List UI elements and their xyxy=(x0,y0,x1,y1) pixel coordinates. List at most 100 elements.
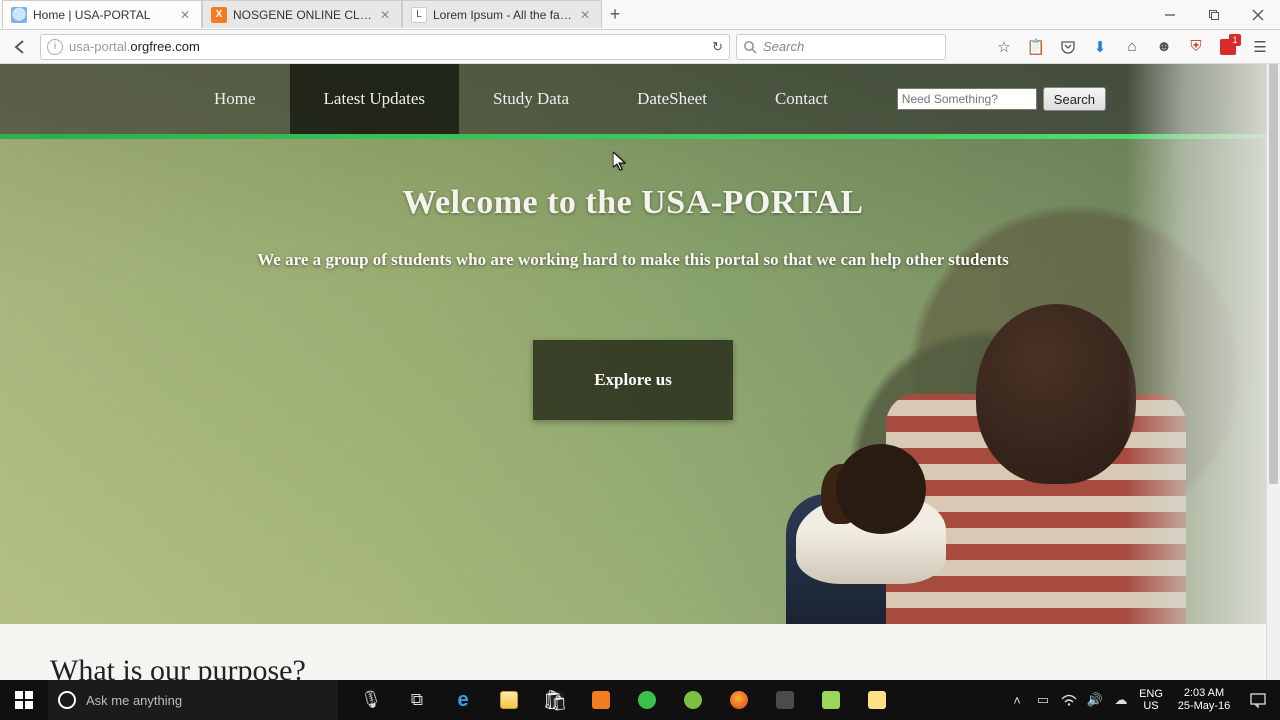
nav-label: Study Data xyxy=(493,89,569,109)
close-window-button[interactable] xyxy=(1236,0,1280,30)
lang-top: ENG xyxy=(1134,688,1168,700)
store-icon[interactable]: 🛍 xyxy=(532,680,578,720)
accent-divider xyxy=(0,134,1266,139)
badge-count: 1 xyxy=(1229,34,1241,46)
notepadpp-icon[interactable] xyxy=(808,680,854,720)
addon-badge-icon[interactable]: 1 xyxy=(1214,33,1242,61)
home-icon[interactable]: ⌂ xyxy=(1118,33,1146,61)
browser-search-box[interactable]: Search xyxy=(736,34,946,60)
page-viewport: Home Latest Updates Study Data DateSheet… xyxy=(0,64,1280,680)
nav-label: Contact xyxy=(775,89,828,109)
site-nav: Home Latest Updates Study Data DateSheet… xyxy=(0,64,1266,134)
nav-label: Home xyxy=(214,89,256,109)
smiley-icon[interactable]: ☻ xyxy=(1150,33,1178,61)
hero-title: Welcome to the USA-PORTAL xyxy=(0,184,1266,222)
browser-navbar: i usa-portal.orgfree.com ↻ Search ☆ 📋 ⬇ … xyxy=(0,30,1280,64)
nav-home[interactable]: Home xyxy=(180,64,290,134)
search-icon xyxy=(743,40,757,54)
url-bar[interactable]: i usa-portal.orgfree.com ↻ xyxy=(40,34,730,60)
cortana-placeholder: Ask me anything xyxy=(86,693,182,708)
toolbar-icons: ☆ 📋 ⬇ ⌂ ☻ ⛨ 1 ☰ xyxy=(990,33,1274,61)
section-heading: What is our purpose? xyxy=(50,654,1216,680)
nav-contact[interactable]: Contact xyxy=(741,64,862,134)
tab-2[interactable]: L Lorem Ipsum - All the fact... ✕ xyxy=(402,0,602,28)
onedrive-icon[interactable]: ☁ xyxy=(1108,680,1134,720)
clock[interactable]: 2:03 AM 25-May-16 xyxy=(1168,687,1240,713)
hero-subtitle: We are a group of students who are worki… xyxy=(0,250,1266,270)
taskview-icon[interactable]: ⧉ xyxy=(394,680,440,720)
clipboard-icon[interactable]: 📋 xyxy=(1022,33,1050,61)
windows-logo-icon xyxy=(15,691,33,709)
battery-icon[interactable]: ▭ xyxy=(1030,680,1056,720)
vertical-scrollbar[interactable] xyxy=(1266,64,1280,680)
scrollbar-thumb[interactable] xyxy=(1269,64,1278,484)
identity-icon[interactable]: i xyxy=(47,39,63,55)
mic-icon[interactable]: 🎙 xyxy=(348,680,394,720)
start-button[interactable] xyxy=(0,680,48,720)
clock-time: 2:03 AM xyxy=(1168,687,1240,700)
new-tab-button[interactable]: + xyxy=(602,0,628,28)
explore-button[interactable]: Explore us xyxy=(533,340,733,420)
tray-chevron-icon[interactable]: ˄ xyxy=(1004,680,1030,720)
notes-icon[interactable] xyxy=(854,680,900,720)
close-tab-icon[interactable]: ✕ xyxy=(577,7,593,23)
whatsapp-icon[interactable] xyxy=(624,680,670,720)
nav-label: Latest Updates xyxy=(324,89,426,109)
lipsum-icon: L xyxy=(411,7,427,23)
tab-0[interactable]: Home | USA-PORTAL ✕ xyxy=(2,0,202,28)
close-tab-icon[interactable]: ✕ xyxy=(177,7,193,23)
windows-taskbar: Ask me anything 🎙 ⧉ e 🛍 ˄ ▭ 🔊 ☁ ENG US xyxy=(0,680,1280,720)
cortana-icon xyxy=(58,691,76,709)
edge-icon[interactable]: e xyxy=(440,680,486,720)
shield-icon[interactable]: ⛨ xyxy=(1182,33,1210,61)
site-search-button[interactable]: Search xyxy=(1043,87,1106,111)
tab-title: Lorem Ipsum - All the fact... xyxy=(433,8,577,22)
purpose-section: What is our purpose? xyxy=(0,624,1266,680)
search-placeholder: Search xyxy=(763,39,804,54)
system-tray: ˄ ▭ 🔊 ☁ ENG US 2:03 AM 25-May-16 xyxy=(1004,680,1280,720)
volume-icon[interactable]: 🔊 xyxy=(1082,680,1108,720)
firefox-window: Home | USA-PORTAL ✕ X NOSGENE ONLINE CLA… xyxy=(0,0,1280,720)
site-search-input[interactable] xyxy=(897,88,1037,110)
download-icon[interactable]: ⬇ xyxy=(1086,33,1114,61)
cortana-search[interactable]: Ask me anything xyxy=(48,680,338,720)
nav-datesheet[interactable]: DateSheet xyxy=(603,64,741,134)
wifi-icon[interactable] xyxy=(1056,680,1082,720)
browser-titlebar: Home | USA-PORTAL ✕ X NOSGENE ONLINE CLA… xyxy=(0,0,1280,30)
action-center-icon[interactable] xyxy=(1240,691,1276,709)
pocket-icon[interactable] xyxy=(1054,33,1082,61)
utorrent-icon[interactable] xyxy=(670,680,716,720)
file-explorer-icon[interactable] xyxy=(486,680,532,720)
url-text: usa-portal.orgfree.com xyxy=(69,39,706,54)
maximize-button[interactable] xyxy=(1192,0,1236,30)
taskbar-pinned: 🎙 ⧉ e 🛍 xyxy=(338,680,900,720)
hero-copy: Welcome to the USA-PORTAL We are a group… xyxy=(0,184,1266,420)
nav-latest-updates[interactable]: Latest Updates xyxy=(290,64,460,134)
hero-section: Home Latest Updates Study Data DateSheet… xyxy=(0,64,1266,624)
hero-dog-image xyxy=(796,434,946,584)
close-tab-icon[interactable]: ✕ xyxy=(377,7,393,23)
menu-icon[interactable]: ☰ xyxy=(1246,33,1274,61)
xampp-icon: X xyxy=(211,7,227,23)
sublime-icon[interactable] xyxy=(762,680,808,720)
bookmark-star-icon[interactable]: ☆ xyxy=(990,33,1018,61)
tabstrip: Home | USA-PORTAL ✕ X NOSGENE ONLINE CLA… xyxy=(0,0,628,29)
minimize-button[interactable] xyxy=(1148,0,1192,30)
xampp-icon[interactable] xyxy=(578,680,624,720)
tab-title: Home | USA-PORTAL xyxy=(33,8,177,22)
back-button[interactable] xyxy=(6,33,34,61)
firefox-icon[interactable] xyxy=(716,680,762,720)
tab-1[interactable]: X NOSGENE ONLINE CLASS ✕ xyxy=(202,0,402,28)
explore-label: Explore us xyxy=(594,370,672,390)
nav-label: DateSheet xyxy=(637,89,707,109)
page-content[interactable]: Home Latest Updates Study Data DateSheet… xyxy=(0,64,1266,680)
language-indicator[interactable]: ENG US xyxy=(1134,688,1168,712)
window-controls xyxy=(1148,0,1280,30)
nav-study-data[interactable]: Study Data xyxy=(459,64,603,134)
reload-icon[interactable]: ↻ xyxy=(712,39,723,55)
url-host: orgfree.com xyxy=(130,39,199,54)
tab-title: NOSGENE ONLINE CLASS xyxy=(233,8,377,22)
lang-bottom: US xyxy=(1134,700,1168,712)
url-prefix: usa-portal. xyxy=(69,39,130,54)
globe-icon xyxy=(11,7,27,23)
